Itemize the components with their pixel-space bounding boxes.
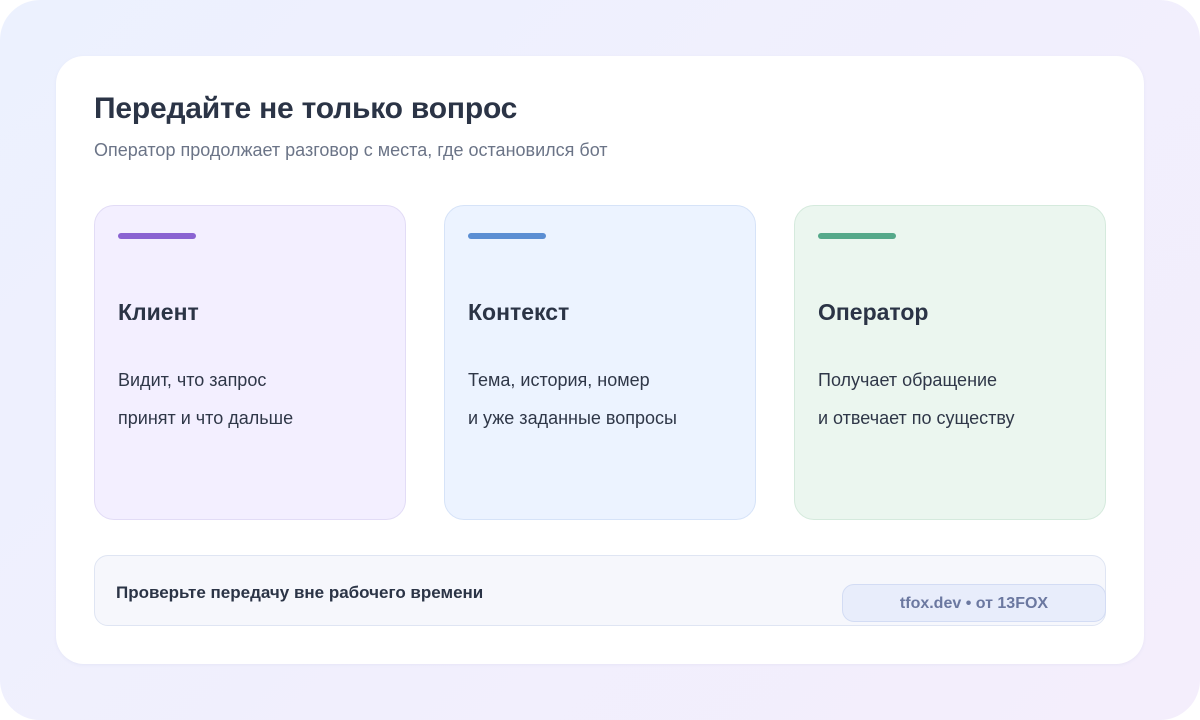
column-heading: Клиент: [118, 299, 199, 325]
column-client: Клиент Видит, что запрос принят и что да…: [94, 205, 406, 520]
column-context: Контекст Тема, история, номер и уже зада…: [444, 205, 756, 520]
accent-bar: [118, 233, 196, 239]
accent-bar: [468, 233, 546, 239]
column-text-line: принят и что дальше: [118, 408, 294, 428]
brand-badge: tfox.dev • от 13FOX: [842, 584, 1106, 622]
column-text-line: и уже заданные вопросы: [468, 408, 677, 428]
content-card: Передайте не только вопрос Оператор прод…: [56, 56, 1144, 664]
column-text-line: Тема, история, номер: [468, 370, 650, 390]
footer-text: Проверьте передачу вне рабочего времени: [116, 583, 484, 602]
column-text-line: Видит, что запрос: [118, 370, 267, 390]
column-text-line: и отвечает по существу: [818, 408, 1015, 428]
accent-bar: [818, 233, 896, 239]
column-heading: Оператор: [818, 299, 929, 325]
footer-panel: Проверьте передачу вне рабочего времени …: [94, 555, 1106, 626]
column-operator: Оператор Получает обращение и отвечает п…: [794, 205, 1106, 520]
page-background: Передайте не только вопрос Оператор прод…: [0, 0, 1200, 720]
column-heading: Контекст: [468, 299, 570, 325]
page-subtitle: Оператор продолжает разговор с места, гд…: [94, 140, 608, 160]
page-title: Передайте не только вопрос: [94, 92, 518, 125]
column-text-line: Получает обращение: [818, 370, 998, 390]
